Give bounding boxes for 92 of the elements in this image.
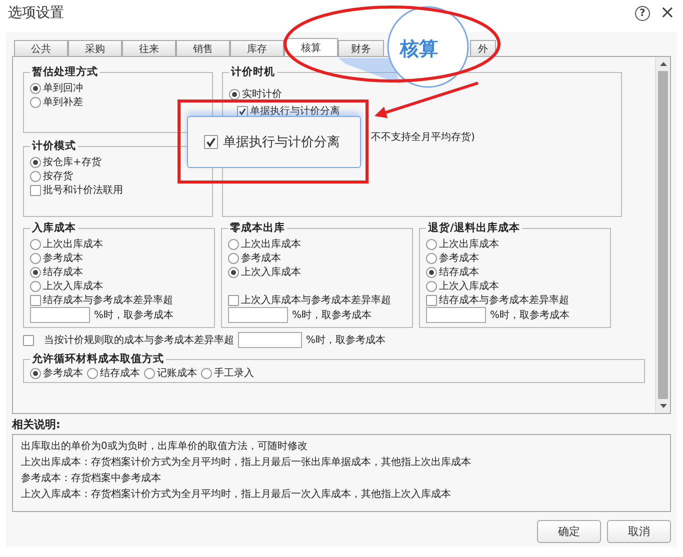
- tab[interactable]: 公共: [14, 40, 68, 56]
- option-label: 单到回冲: [43, 82, 83, 95]
- magnified-tab-label: 核算: [400, 37, 438, 62]
- group-title: 允许循环材料成本取值方式: [31, 352, 165, 366]
- tab[interactable]: 外: [470, 40, 496, 56]
- option-label: 单据执行与计价分离: [223, 134, 340, 151]
- checkbox[interactable]: [30, 184, 41, 196]
- suffix-text: %时，取参考成本: [94, 308, 174, 322]
- note-text: 不不支持全月平均存货): [371, 130, 476, 144]
- option-label: 结存成本: [100, 366, 140, 380]
- option-label: 上次入库成本与参考成本差异率超: [241, 294, 391, 307]
- option-label: 结存成本与参考成本差异率超: [439, 294, 569, 307]
- option-label: 上次入库成本: [43, 280, 103, 293]
- tab[interactable]: 采购: [68, 40, 122, 56]
- option-label: 结存成本与参考成本差异率超: [43, 294, 173, 307]
- suffix-text: %时，取参考成本: [490, 308, 570, 322]
- suffix-text: %时，取参考成本: [306, 334, 386, 347]
- group-title: 零成本出库: [229, 221, 286, 235]
- option-label: 记账成本: [157, 366, 197, 380]
- checkbox[interactable]: [426, 294, 437, 306]
- group-title: 计价模式: [30, 139, 77, 153]
- radio-button[interactable]: [30, 82, 41, 94]
- window-title: 选项设置: [8, 4, 65, 22]
- group-title: 入库成本: [30, 221, 77, 235]
- help-button[interactable]: ?: [634, 6, 650, 20]
- option-label: 参考成本: [43, 366, 83, 380]
- close-button[interactable]: ×: [660, 5, 675, 21]
- option-label: 按存货: [43, 170, 73, 183]
- scroll-down-icon[interactable]: [660, 404, 666, 408]
- group-title: 退货/退料出库成本: [427, 221, 521, 235]
- magnifier-beam: [338, 58, 400, 84]
- option-label: 参考成本: [439, 252, 479, 265]
- option-label: 实时计价: [242, 88, 282, 101]
- radio-button[interactable]: [30, 280, 41, 292]
- dialog-button[interactable]: 取消: [607, 520, 671, 543]
- description-line: 参考成本：存货档案中参考成本: [21, 472, 162, 485]
- option-label: 上次出库成本: [439, 238, 499, 251]
- radio-button[interactable]: [426, 266, 437, 278]
- radio-button[interactable]: [228, 266, 239, 278]
- option-label: 手工录入: [214, 366, 254, 380]
- group-title: 计价时机: [230, 65, 276, 79]
- option-label: 参考成本: [43, 252, 83, 265]
- tab[interactable]: 财务: [338, 40, 384, 56]
- percent-field[interactable]: [238, 332, 302, 348]
- radio-button[interactable]: [228, 252, 239, 264]
- checkbox[interactable]: [237, 106, 248, 116]
- radio-button[interactable]: [30, 368, 41, 378]
- radio-button[interactable]: [426, 238, 437, 250]
- radio-button[interactable]: [30, 170, 41, 182]
- section-title: 相关说明:: [12, 417, 62, 432]
- radio-button[interactable]: [228, 238, 239, 250]
- option-label: 上次入库成本: [241, 266, 301, 279]
- scrollbar[interactable]: [655, 57, 670, 413]
- radio-button[interactable]: [87, 368, 98, 378]
- tab[interactable]: 库存: [230, 40, 284, 56]
- radio-button[interactable]: [30, 156, 41, 168]
- percent-field[interactable]: [30, 307, 90, 323]
- description-line: 上次入库成本：存货档案计价方式为全月平均时，指上月最后一次入库成本，其他指上次入库成本: [21, 488, 452, 501]
- radio-button[interactable]: [426, 252, 437, 264]
- option-label: 参考成本: [241, 252, 281, 265]
- description-line: 上次出库成本：存货档案计价方式为全月平均时，指上月最后一张出库单据成本，其他指上次出库成本: [21, 456, 472, 469]
- radio-button[interactable]: [30, 96, 41, 108]
- tab[interactable]: 销售: [176, 40, 230, 56]
- option-label: 结存成本: [43, 266, 83, 279]
- option-label: 批号和计价法联用: [43, 184, 123, 197]
- radio-button[interactable]: [30, 238, 41, 250]
- checkbox[interactable]: [23, 334, 34, 346]
- percent-field[interactable]: [228, 307, 288, 323]
- radio-button[interactable]: [229, 88, 240, 100]
- radio-button[interactable]: [144, 368, 155, 378]
- group-title: 暂估处理方式: [31, 65, 99, 79]
- tab[interactable]: 核算: [284, 38, 338, 56]
- radio-button[interactable]: [426, 280, 437, 292]
- option-label: 上次出库成本: [241, 238, 301, 251]
- scroll-up-icon[interactable]: [660, 62, 666, 66]
- radio-button[interactable]: [201, 368, 212, 378]
- option-label: 上次入库成本: [439, 280, 499, 293]
- option-label: 上次出库成本: [43, 238, 103, 251]
- tab[interactable]: 往来: [122, 40, 176, 56]
- suffix-text: %时，取参考成本: [292, 308, 372, 322]
- option-label: 按仓库+存货: [43, 156, 102, 169]
- option-label: 当按计价规则取的成本与参考成本差异率超: [44, 334, 234, 347]
- option-label: 结存成本: [439, 266, 479, 279]
- description-line: 出库取出的单价为0或为负时，出库单价的取值方法，可随时修改: [21, 440, 308, 453]
- checkbox[interactable]: [228, 294, 239, 306]
- radio-button[interactable]: [30, 266, 41, 278]
- option-label: 单到补差: [43, 96, 83, 109]
- dialog-button[interactable]: 确定: [537, 520, 601, 543]
- radio-button[interactable]: [30, 252, 41, 264]
- checkbox[interactable]: [30, 294, 41, 306]
- option-label: 单据执行与计价分离: [250, 104, 340, 118]
- percent-field[interactable]: [426, 307, 486, 323]
